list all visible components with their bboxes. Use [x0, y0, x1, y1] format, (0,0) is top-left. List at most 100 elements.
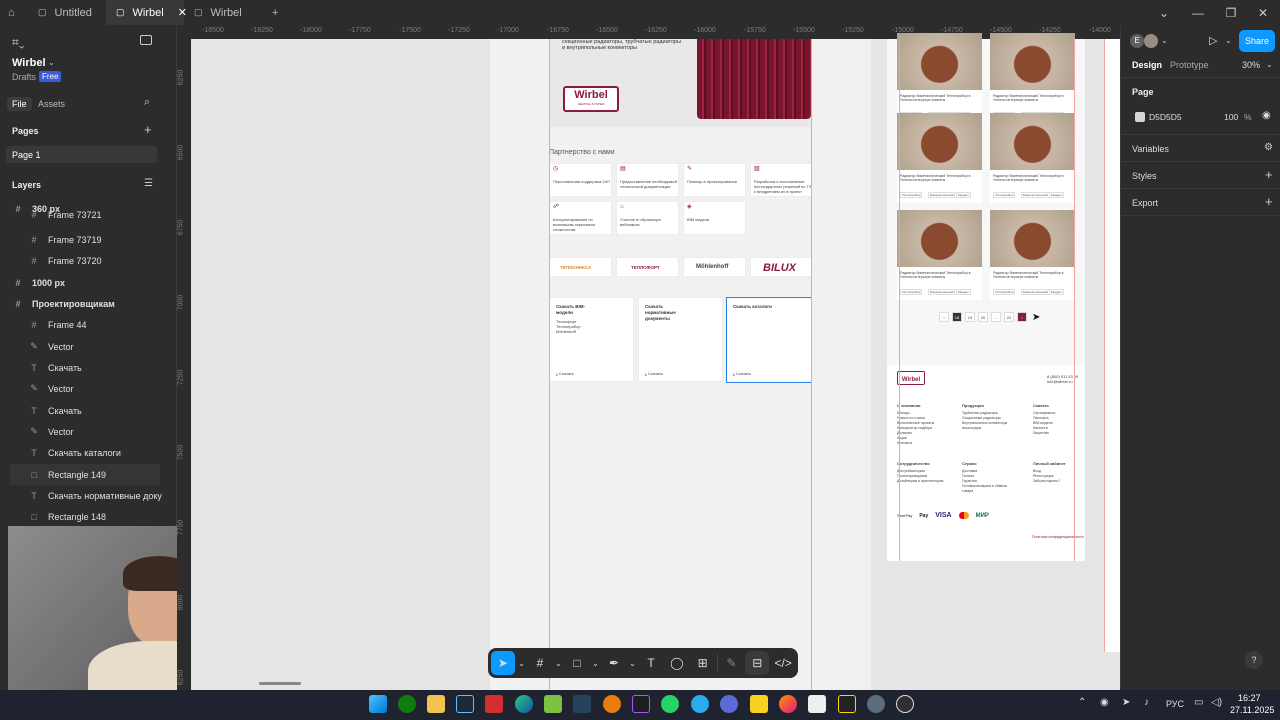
move-tool-button[interactable]: ➤ — [491, 651, 515, 675]
comment-tool-button[interactable]: ◯ — [665, 651, 689, 675]
layer-item[interactable]: T Скачать — [28, 400, 162, 421]
layer-item[interactable]: # Frame 73721 — [28, 209, 162, 221]
edge-icon[interactable] — [515, 695, 533, 713]
frame-1000px[interactable]: секционные радиаторы, трубчатые радиатор… — [490, 39, 871, 690]
chevron-down-icon[interactable]: ⌄ — [1225, 36, 1232, 45]
product-card[interactable]: Радиатор биметаллический Теплоприбор в У… — [990, 210, 1075, 300]
product-tag[interactable]: Биметаллический — [928, 289, 957, 295]
product-card[interactable]: Радиатор биметаллический Теплоприбор в У… — [897, 113, 982, 203]
xbox-icon[interactable] — [398, 695, 416, 713]
chevron-down-icon[interactable]: ⌄ — [1147, 0, 1181, 25]
footer-link[interactable]: Забыли пароль? — [1033, 479, 1088, 484]
figma-icon[interactable] — [632, 695, 650, 713]
product-card[interactable]: Радиатор биметаллический Теплоприбор в У… — [897, 33, 982, 123]
present-button[interactable]: ▷ — [1209, 34, 1217, 47]
chevron-down-icon[interactable]: ⌄ — [517, 651, 526, 675]
page-color-value[interactable]: D5D5D5 — [1149, 112, 1182, 122]
steam-icon[interactable] — [456, 695, 474, 713]
microphone-icon[interactable]: ♪ — [1144, 697, 1149, 708]
volume-icon[interactable]: ◁) — [1211, 697, 1222, 708]
tab-design[interactable]: Design — [1132, 60, 1162, 70]
telegram-icon[interactable] — [691, 695, 709, 713]
main-menu-icon[interactable]: ⌗⌄ — [12, 35, 24, 50]
whatsapp-icon[interactable] — [661, 695, 679, 713]
layer-item[interactable]: □ Rectangle 148 — [28, 506, 162, 527]
avatar[interactable] — [1144, 34, 1158, 48]
tab-untitled[interactable]: ▢ Untitled — [28, 0, 106, 25]
dev-mode-button[interactable]: </> — [771, 651, 795, 675]
pagination-item[interactable]: ... — [991, 312, 1001, 322]
footer-link[interactable]: Условия возврата и обмена товара — [962, 484, 1017, 494]
download-link[interactable]: ⤓ Скачать — [733, 371, 751, 376]
product-tag[interactable]: Теплоприбор — [900, 192, 923, 198]
product-card[interactable]: Радиатор биметаллический Теплоприбор в У… — [990, 113, 1075, 203]
collapse-layers-icon[interactable]: ☰ — [144, 178, 153, 189]
footer-email[interactable]: info@wirbel.ru — [1047, 379, 1073, 384]
app-b-icon[interactable] — [485, 695, 503, 713]
layer-item[interactable]: # 1000 px — [12, 272, 162, 293]
eye-icon[interactable]: ◉ — [1262, 110, 1271, 121]
drafts-label[interactable]: Drafts — [12, 72, 36, 82]
variables-section[interactable]: Variables — [1132, 144, 1169, 154]
draw-mode-button[interactable]: ✎ — [720, 651, 744, 675]
pagination-item[interactable]: › — [1017, 312, 1027, 322]
tab-wirbel-active[interactable]: ▢ Wirbel ✕ — [106, 0, 187, 25]
layer-item[interactable]: T Скачать нормативные документ — [28, 485, 162, 506]
actions-tool-button[interactable]: ⊞ — [691, 651, 715, 675]
language-indicator[interactable]: РУС — [1166, 699, 1184, 709]
product-tag[interactable]: Теплоприбор — [993, 289, 1016, 295]
file-name[interactable]: Wirbel — [12, 57, 46, 69]
pagination-item[interactable]: 19 — [965, 312, 975, 322]
product-tag[interactable]: Теплоприбор — [900, 289, 923, 295]
rectangle-tool-button[interactable]: □ — [565, 651, 589, 675]
product-card[interactable]: Радиатор биметаллический Теплоприбор в У… — [990, 33, 1075, 123]
tab-assets[interactable]: Assets — [38, 99, 65, 109]
layer-item[interactable]: ✎ Vector — [28, 378, 162, 399]
chevron-down-icon[interactable]: ⌄ — [628, 651, 637, 675]
variables-settings-icon[interactable]: ⚙ — [1264, 142, 1273, 153]
add-style-icon[interactable]: + — [1265, 167, 1273, 182]
maximize-button[interactable]: ❐ — [1214, 0, 1248, 25]
tray-icon[interactable]: ◉ — [1100, 697, 1109, 708]
product-tag[interactable]: Теплоприбор — [993, 192, 1016, 198]
product-tag[interactable]: Модерн — [1049, 289, 1064, 295]
share-button[interactable]: Share — [1239, 30, 1275, 52]
page-color-swatch[interactable] — [1135, 112, 1145, 122]
frame-tool-button[interactable]: # — [528, 651, 552, 675]
home-tab[interactable]: ⌂ — [0, 0, 28, 25]
footer-link[interactable]: Контакты — [897, 441, 952, 446]
layer-item[interactable]: T Скачать — [28, 357, 162, 378]
chevron-down-icon[interactable]: ⌄ — [48, 58, 55, 67]
pen-tool-button[interactable]: ✒ — [602, 651, 626, 675]
tab-file[interactable]: File — [7, 97, 32, 111]
page-opacity-value[interactable]: 100 — [1224, 112, 1238, 122]
app-icon[interactable] — [544, 695, 562, 713]
app-icon[interactable] — [573, 695, 591, 713]
styles-section[interactable]: Styles — [1132, 171, 1157, 181]
app-icon[interactable] — [838, 695, 856, 713]
product-tag[interactable]: Биметаллический — [928, 192, 957, 198]
user-avatar[interactable]: E — [1130, 34, 1144, 48]
firefox-icon[interactable] — [779, 695, 797, 713]
text-tool-button[interactable]: T — [639, 651, 663, 675]
download-link[interactable]: ⤓ Скачать — [645, 371, 663, 376]
footer-link[interactable]: Аксессуары — [962, 426, 1017, 431]
app-icon[interactable] — [720, 695, 738, 713]
add-page-icon[interactable]: + — [144, 122, 152, 137]
layer-item[interactable]: # Frame 44 — [28, 314, 162, 335]
settings-icon[interactable] — [867, 695, 885, 713]
clock-time[interactable]: 16:27 — [1238, 693, 1261, 703]
tab-prototype[interactable]: Prototype — [1170, 60, 1209, 70]
chevron-down-icon[interactable]: ⌄ — [1161, 36, 1168, 45]
product-tag[interactable]: Биметаллический — [1021, 192, 1050, 198]
layer-item[interactable]: # Проектировщикам — [12, 293, 162, 314]
download-card-selected[interactable]: Скачать каталоги ⤓ Скачать — [726, 297, 812, 383]
product-tag[interactable]: Биметаллический — [1021, 289, 1050, 295]
clock-date[interactable]: 27.11.2025 — [1230, 705, 1274, 715]
telegram-tray-icon[interactable]: ➤ — [1122, 697, 1130, 708]
page-1-item[interactable]: Page 1 — [6, 146, 157, 163]
app-icon[interactable] — [808, 695, 826, 713]
pagination-item[interactable]: ‹ — [939, 312, 949, 322]
add-export-icon[interactable]: + — [1265, 194, 1273, 209]
layer-item[interactable]: # Frame 73719 — [28, 229, 162, 250]
